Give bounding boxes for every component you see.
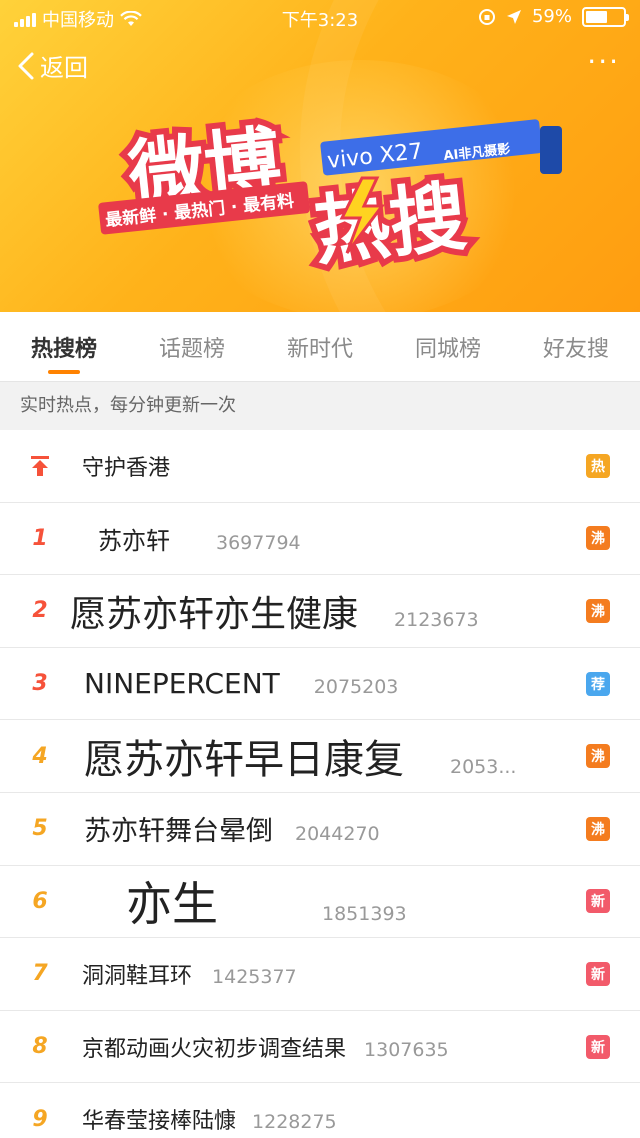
list-item[interactable]: 9 华春莹接棒陆慷 1228275: [0, 1083, 640, 1138]
tab-label: 好友搜: [542, 336, 609, 362]
tab-topics[interactable]: 话题榜: [153, 312, 231, 382]
ranking-tabs: 热搜榜 话题榜 新时代 同城榜 好友搜: [0, 312, 640, 382]
badge-new: 新: [586, 1034, 610, 1059]
back-label: 返回: [40, 54, 88, 82]
battery-percent: 59%: [531, 6, 572, 27]
orientation-lock-icon: [478, 8, 495, 25]
logo-graphic: 微博 热搜 最新鲜 · 最热门 · 最有料 vivo X27 AI非凡摄影: [98, 111, 562, 278]
badge-boiling: 沸: [586, 816, 610, 841]
battery-fill: [586, 10, 608, 23]
item-title: 愿苏亦轩亦生健康: [70, 593, 359, 635]
item-count: 1228275: [252, 1111, 337, 1134]
list-item[interactable]: 1 苏亦轩 3697794 沸: [0, 503, 640, 576]
item-count: 1425377: [212, 965, 297, 988]
item-title: 守护香港: [82, 455, 171, 481]
logo-title-right: 热搜: [310, 172, 470, 276]
item-count: 2123673: [394, 608, 479, 631]
hot-search-banner: 中国移动 下午3:23 59% 返回 ··· 微博 热搜 最新鲜 · 最热门 ·…: [0, 0, 640, 312]
rank-number: 9: [32, 1106, 48, 1132]
badge-new: 新: [586, 961, 610, 986]
rank-number: 6: [32, 888, 48, 914]
item-title: 亦生: [126, 877, 218, 932]
rank-number: 1: [32, 525, 48, 551]
tab-hot-search[interactable]: 热搜榜: [25, 312, 103, 382]
item-title: 华春莹接棒陆慷: [82, 1109, 237, 1135]
badge-boiling: 沸: [586, 598, 610, 623]
rank-number: 7: [32, 961, 48, 987]
chevron-left-icon: [18, 52, 34, 79]
rank-number: 8: [32, 1034, 48, 1060]
back-button[interactable]: 返回: [16, 48, 88, 83]
item-title: 苏亦轩: [98, 526, 170, 555]
more-menu-button[interactable]: ···: [587, 48, 620, 76]
active-tab-indicator: [47, 369, 80, 374]
realtime-notice: 实时热点，每分钟更新一次: [0, 382, 640, 430]
list-item[interactable]: 4 愿苏亦轩早日康复 2053... 沸: [0, 720, 640, 793]
list-item[interactable]: 8 京都动画火灾初步调查结果 1307635 新: [0, 1011, 640, 1084]
tab-label: 同城榜: [414, 336, 481, 362]
item-title: 京都动画火灾初步调查结果: [82, 1036, 347, 1062]
badge-boiling: 沸: [586, 526, 610, 551]
tab-label: 话题榜: [158, 336, 225, 362]
item-count: 2053...: [450, 756, 517, 779]
rank-number: 2: [32, 598, 48, 624]
weibo-hot-search-logo: 微博 热搜 最新鲜 · 最热门 · 最有料 vivo X27 AI非凡摄影: [92, 108, 562, 278]
rank-number: 5: [32, 816, 48, 842]
badge-recommended: 荐: [586, 671, 610, 696]
item-title: NINEPERCENT: [84, 667, 280, 701]
list-item[interactable]: 7 洞洞鞋耳环 1425377 新: [0, 938, 640, 1011]
item-count: 3697794: [216, 531, 301, 554]
list-item[interactable]: 5 苏亦轩舞台晕倒 2044270 沸: [0, 793, 640, 866]
tab-friends[interactable]: 好友搜: [537, 312, 615, 382]
hot-search-list: 守护香港 热 1 苏亦轩 3697794 沸 2 愿苏亦轩亦生健康 212367…: [0, 430, 640, 1138]
status-right: 59%: [478, 6, 629, 27]
rank-number: 3: [32, 671, 48, 697]
item-count: 2044270: [295, 823, 380, 846]
pin-to-top-icon: [31, 455, 49, 476]
item-title: 苏亦轩舞台晕倒: [84, 816, 273, 848]
rank-number: 4: [32, 743, 48, 769]
badge-hot: 热: [586, 453, 610, 478]
tab-local[interactable]: 同城榜: [409, 312, 487, 382]
tab-new-era[interactable]: 新时代: [281, 312, 359, 382]
phone-image: [540, 126, 562, 174]
item-count: 1851393: [322, 903, 407, 926]
tab-label: 热搜榜: [30, 336, 97, 362]
badge-new: 新: [586, 889, 610, 914]
badge-boiling: 沸: [586, 744, 610, 769]
tab-label: 新时代: [286, 336, 353, 362]
list-item-pinned[interactable]: 守护香港 热: [0, 430, 640, 503]
item-title: 洞洞鞋耳环: [82, 963, 193, 989]
list-item[interactable]: 2 愿苏亦轩亦生健康 2123673 沸: [0, 575, 640, 648]
battery-icon: [582, 6, 629, 27]
location-icon: [506, 9, 521, 24]
status-bar: 中国移动 下午3:23 59%: [0, 0, 640, 34]
item-title: 愿苏亦轩早日康复: [84, 737, 404, 784]
list-item[interactable]: 6 亦生 1851393 新: [0, 866, 640, 939]
list-item[interactable]: 3 NINEPERCENT 2075203 荐: [0, 648, 640, 721]
item-count: 2075203: [313, 676, 399, 699]
item-count: 1307635: [364, 1038, 449, 1061]
